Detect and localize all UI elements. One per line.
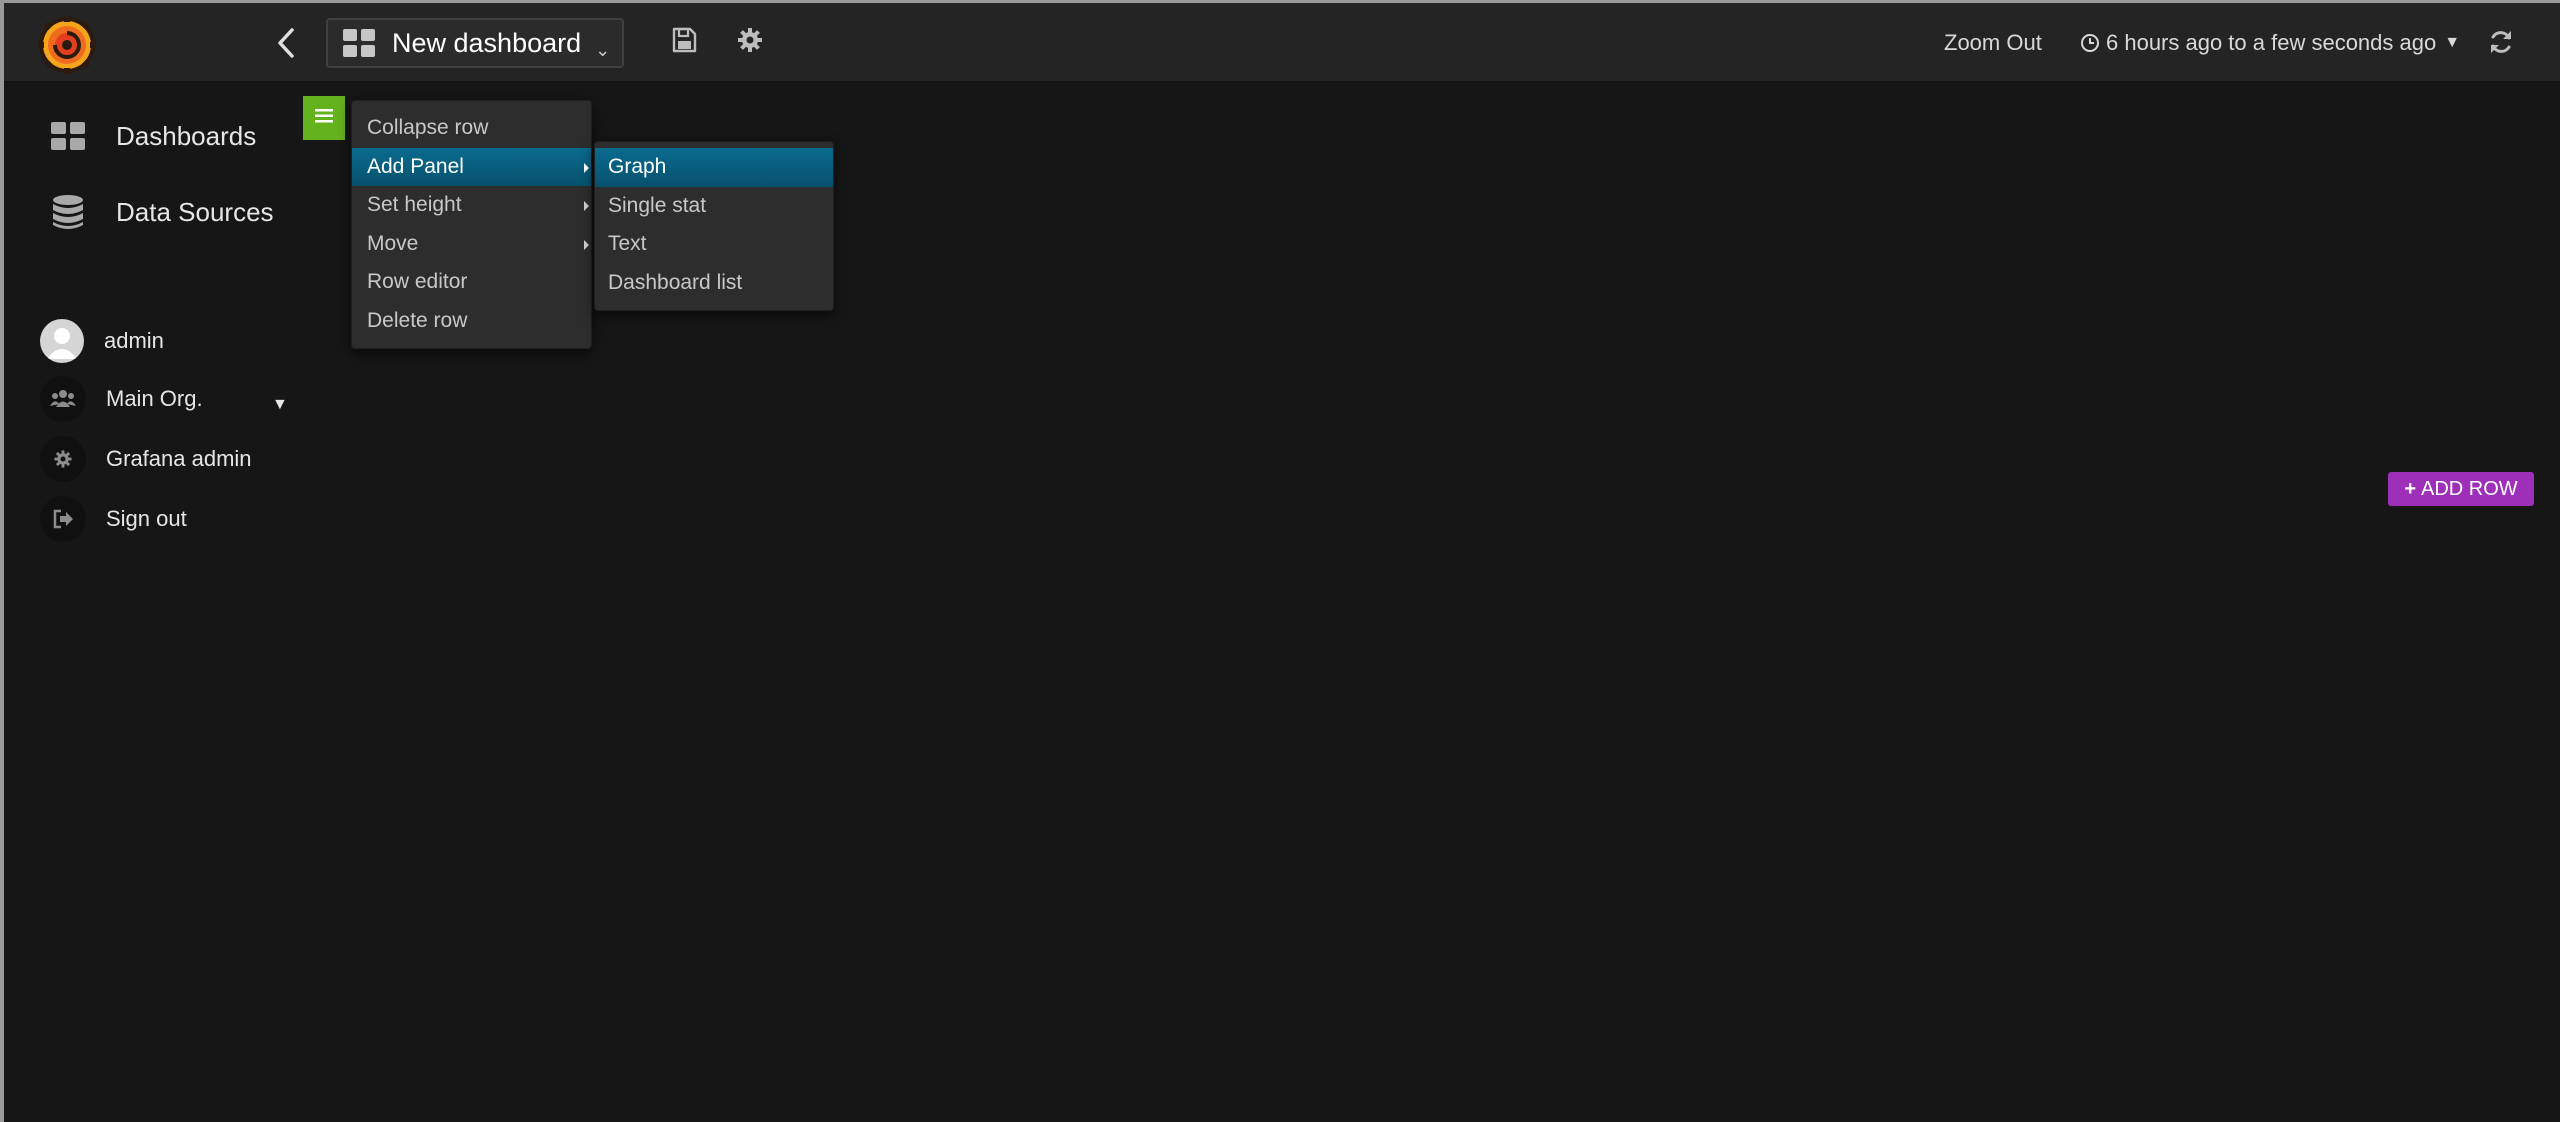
submenu-item-dashboard-list[interactable]: Dashboard list	[595, 264, 833, 303]
submenu-item-label: Dashboard list	[608, 270, 743, 294]
plus-icon: +	[2404, 477, 2416, 500]
menu-item-delete-row[interactable]: Delete row	[352, 302, 591, 341]
sidebar-item-org-switcher[interactable]: Main Org.	[40, 376, 203, 422]
sidebar-collapse-chevron-left-icon[interactable]	[272, 26, 302, 60]
caret-down-icon[interactable]: ▼	[272, 396, 288, 414]
refresh-icon[interactable]	[2487, 28, 2515, 56]
grafana-logo-icon[interactable]	[38, 16, 96, 74]
menu-item-label: Collapse row	[367, 116, 489, 139]
sidebar-item-dashboards[interactable]: Dashboards	[48, 116, 256, 156]
add-row-label: ADD ROW	[2421, 477, 2518, 500]
sign-out-icon	[40, 496, 86, 542]
menu-item-label: Delete row	[367, 308, 468, 332]
menu-item-add-panel[interactable]: Add Panel	[352, 147, 591, 186]
dashboard-grid-icon	[342, 28, 376, 58]
submenu-item-label: Single stat	[608, 193, 707, 217]
menu-item-move[interactable]: Move	[352, 225, 591, 264]
menu-item-label: Move	[367, 231, 419, 255]
time-range-picker[interactable]: 6 hours ago to a few seconds ago ▼	[2080, 30, 2460, 56]
submenu-item-graph[interactable]: Graph	[595, 148, 833, 187]
gear-icon[interactable]	[736, 26, 768, 58]
zoom-out-button[interactable]: Zoom Out	[1944, 30, 2042, 56]
menu-item-row-editor[interactable]: Row editor	[352, 263, 591, 302]
submenu-item-label: Graph	[608, 155, 667, 178]
submenu-item-single-stat[interactable]: Single stat	[595, 187, 833, 226]
time-range-label: 6 hours ago to a few seconds ago	[2106, 30, 2437, 55]
submenu-item-text[interactable]: Text	[595, 225, 833, 264]
row-menu-toggle-button[interactable]	[303, 96, 345, 140]
menu-item-label: Add Panel	[367, 154, 464, 178]
sidebar-item-label: Data Sources	[116, 196, 274, 227]
sidebar-item-label: Sign out	[106, 506, 187, 531]
dashboard-title: New dashboard	[392, 27, 582, 58]
add-panel-submenu: Graph Single stat Text Dashboard list	[594, 141, 834, 311]
sidebar-item-grafana-admin[interactable]: Grafana admin	[40, 436, 252, 482]
row-context-menu: Collapse row Add Panel Set height Move R…	[351, 100, 592, 349]
menu-item-collapse-row[interactable]: Collapse row	[352, 109, 591, 148]
clock-icon	[2080, 33, 2100, 53]
caret-down-icon: ▼	[2444, 34, 2461, 51]
submenu-arrow-icon	[584, 239, 589, 250]
avatar	[40, 319, 84, 363]
gear-icon	[40, 436, 86, 482]
add-row-button[interactable]: + ADD ROW	[2388, 472, 2534, 506]
menu-item-label: Row editor	[367, 270, 468, 293]
menu-item-label: Set height	[367, 193, 462, 216]
menu-item-set-height[interactable]: Set height	[352, 186, 591, 225]
user-name: admin	[104, 328, 164, 353]
sidebar-item-label: Dashboards	[116, 120, 257, 151]
submenu-item-label: Text	[608, 232, 647, 255]
hamburger-icon	[315, 108, 333, 129]
dashboard-title-dropdown[interactable]: New dashboard ⌄	[326, 18, 624, 68]
sidebar-item-sign-out[interactable]: Sign out	[40, 496, 187, 542]
dashboards-grid-icon	[48, 116, 88, 156]
sidebar-item-data-sources[interactable]: Data Sources	[48, 192, 274, 232]
sidebar-item-label: Grafana admin	[106, 446, 252, 471]
submenu-arrow-icon	[584, 162, 589, 173]
sidebar-user-admin[interactable]: admin	[40, 319, 164, 363]
top-navbar: New dashboard ⌄ Zoom Out 6 hours ago to …	[0, 0, 2560, 82]
caret-down-icon: ⌄	[595, 39, 611, 60]
save-icon[interactable]	[670, 26, 702, 58]
org-name: Main Org.	[106, 386, 203, 411]
database-icon	[48, 192, 88, 232]
users-group-icon	[40, 376, 86, 422]
submenu-arrow-icon	[584, 201, 589, 211]
